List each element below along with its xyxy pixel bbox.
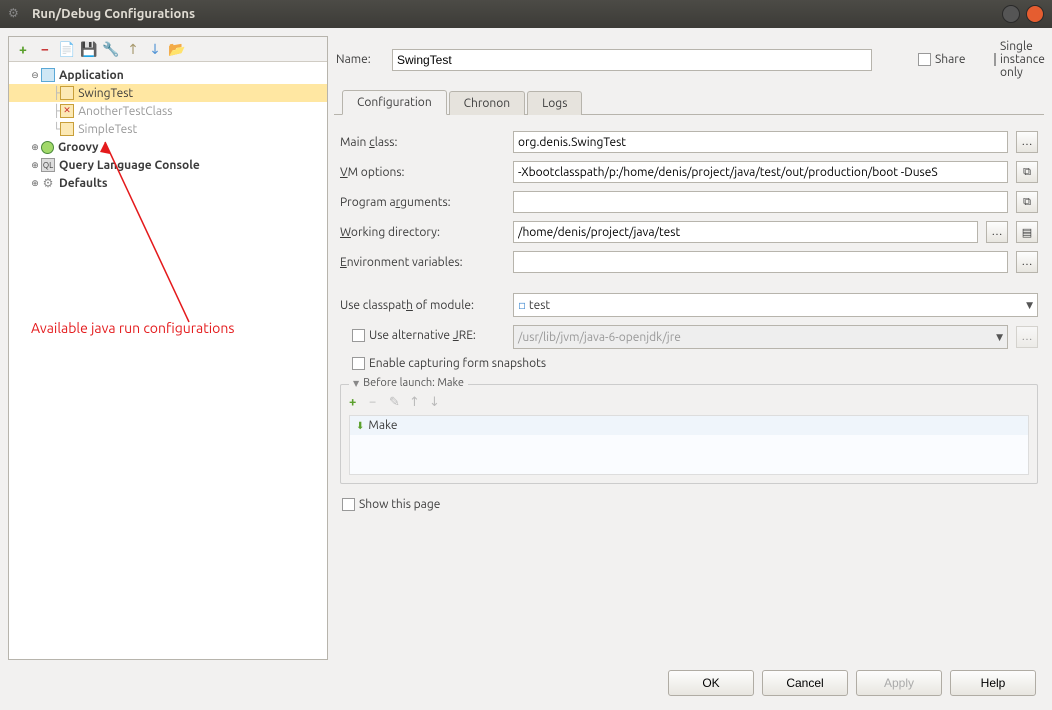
browse-jre-button: … — [1016, 326, 1038, 348]
tree-item-label: SimpleTest — [78, 123, 137, 136]
copy-config-icon[interactable]: 📄 — [59, 41, 75, 57]
tab-configuration[interactable]: Configuration — [342, 90, 447, 115]
working-dir-macro-button[interactable]: ▤ — [1016, 221, 1038, 243]
expand-program-args-button[interactable]: ⧉ — [1016, 191, 1038, 213]
vm-options-label: VM options: — [340, 166, 505, 179]
save-config-icon[interactable]: 💾 — [81, 41, 97, 57]
cancel-button[interactable]: Cancel — [762, 670, 848, 696]
env-vars-label: Environment variables: — [340, 256, 505, 269]
config-tree-panel: + − 📄 💾 🔧 ↑ ↓ 📂 ⊖ Application — [8, 36, 328, 660]
application-icon — [41, 68, 55, 82]
chevron-down-icon: ▼ — [1026, 300, 1033, 311]
move-task-down-icon[interactable]: ↓ — [429, 395, 443, 409]
show-this-page-checkbox[interactable]: Show this page — [342, 498, 440, 511]
tree-item-anothertestclass[interactable]: ├ AnotherTestClass — [9, 102, 327, 120]
tab-chronon[interactable]: Chronon — [449, 91, 526, 115]
apply-button: Apply — [856, 670, 942, 696]
tree-item-label: AnotherTestClass — [78, 105, 172, 118]
tree-node-query-console[interactable]: ⊕ QL Query Language Console — [9, 156, 327, 174]
classpath-label: Use classpath of module: — [340, 299, 505, 312]
name-input[interactable] — [392, 49, 872, 71]
collapse-triangle-icon: ▼ — [353, 379, 359, 388]
program-args-label: Program arguments: — [340, 196, 505, 209]
working-dir-input[interactable] — [513, 221, 978, 243]
classpath-module-dropdown[interactable]: ▫ test ▼ — [513, 293, 1038, 317]
help-button[interactable]: Help — [950, 670, 1036, 696]
expand-toggle-icon[interactable]: ⊕ — [29, 178, 41, 189]
expand-toggle-icon[interactable]: ⊕ — [29, 142, 41, 153]
groovy-icon — [41, 141, 54, 154]
tree-label-groovy: Groovy — [58, 141, 99, 154]
main-class-label: Main class: — [340, 136, 505, 149]
tab-logs[interactable]: Logs — [527, 91, 582, 115]
titlebar: ⚙ Run/Debug Configurations — [0, 0, 1052, 28]
before-launch-list[interactable]: ⬇ Make — [349, 415, 1029, 475]
snapshots-checkbox[interactable]: Enable capturing form snapshots — [352, 357, 546, 370]
run-config-icon — [60, 86, 74, 100]
remove-task-icon[interactable]: − — [369, 395, 383, 409]
tree-node-groovy[interactable]: ⊕ Groovy — [9, 138, 327, 156]
run-config-icon — [60, 122, 74, 136]
move-task-up-icon[interactable]: ↑ — [409, 395, 423, 409]
tree-label-defaults: Defaults — [59, 177, 108, 190]
minimize-button[interactable] — [1002, 5, 1020, 23]
make-item-label: Make — [368, 419, 397, 432]
query-console-icon: QL — [41, 158, 55, 172]
settings-icon[interactable]: 🔧 — [103, 41, 119, 57]
edit-env-vars-button[interactable]: … — [1016, 251, 1038, 273]
share-checkbox[interactable]: Share — [918, 53, 966, 66]
run-config-error-icon — [60, 104, 74, 118]
chevron-down-icon: ▼ — [996, 332, 1003, 343]
config-detail-panel: Name: Share Single instance only Configu… — [334, 36, 1044, 660]
tree-toolbar: + − 📄 💾 🔧 ↑ ↓ 📂 — [9, 37, 327, 62]
tree-item-swingtest[interactable]: ├ SwingTest — [9, 84, 327, 102]
before-launch-fieldset: ▼ Before launch: Make + − ✎ ↑ ↓ ⬇ — [340, 384, 1038, 484]
before-launch-legend[interactable]: ▼ Before launch: Make — [349, 377, 468, 389]
make-icon: ⬇ — [356, 420, 364, 432]
tree-node-application[interactable]: ⊖ Application — [9, 66, 327, 84]
tree-label-application: Application — [59, 69, 124, 82]
single-instance-checkbox[interactable]: Single instance only — [994, 40, 1042, 79]
vm-options-input[interactable] — [513, 161, 1008, 183]
browse-main-class-button[interactable]: … — [1016, 131, 1038, 153]
move-up-icon[interactable]: ↑ — [125, 41, 141, 57]
dialog-button-row: OK Cancel Apply Help — [8, 660, 1044, 702]
expand-toggle-icon[interactable]: ⊕ — [29, 160, 41, 171]
expand-vm-options-button[interactable]: ⧉ — [1016, 161, 1038, 183]
config-tabs: Configuration Chronon Logs — [334, 89, 1044, 115]
remove-config-icon[interactable]: − — [37, 41, 53, 57]
config-tree[interactable]: ⊖ Application ├ SwingTest ├ AnotherTestC… — [9, 62, 327, 659]
name-label: Name: — [336, 53, 384, 66]
alt-jre-checkbox[interactable]: Use alternative JRE: — [352, 329, 476, 342]
alt-jre-dropdown: /usr/lib/jvm/java-6-openjdk/jre ▼ — [513, 325, 1008, 349]
close-button[interactable] — [1026, 5, 1044, 23]
folder-icon[interactable]: 📂 — [169, 41, 185, 57]
tree-label-query-console: Query Language Console — [59, 159, 200, 172]
gear-icon: ⚙ — [8, 6, 24, 22]
ok-button[interactable]: OK — [668, 670, 754, 696]
window-title: Run/Debug Configurations — [32, 7, 1002, 21]
browse-working-dir-button[interactable]: … — [986, 221, 1008, 243]
program-args-input[interactable] — [513, 191, 1008, 213]
run-debug-config-window: ⚙ Run/Debug Configurations + − 📄 💾 🔧 ↑ ↓… — [0, 0, 1052, 710]
list-item[interactable]: ⬇ Make — [350, 416, 1028, 435]
move-down-icon[interactable]: ↓ — [147, 41, 163, 57]
add-task-icon[interactable]: + — [349, 395, 363, 409]
annotation-text: Available java run configurations — [31, 320, 234, 336]
working-dir-label: Working directory: — [340, 226, 505, 239]
tree-item-simpletest[interactable]: └ SimpleTest — [9, 120, 327, 138]
edit-task-icon[interactable]: ✎ — [389, 395, 403, 409]
expand-toggle-icon[interactable]: ⊖ — [29, 70, 41, 81]
main-class-input[interactable] — [513, 131, 1008, 153]
defaults-icon: ⚙ — [41, 176, 55, 190]
env-vars-input[interactable] — [513, 251, 1008, 273]
add-config-icon[interactable]: + — [15, 41, 31, 57]
tree-item-label: SwingTest — [78, 87, 133, 100]
tree-node-defaults[interactable]: ⊕ ⚙ Defaults — [9, 174, 327, 192]
